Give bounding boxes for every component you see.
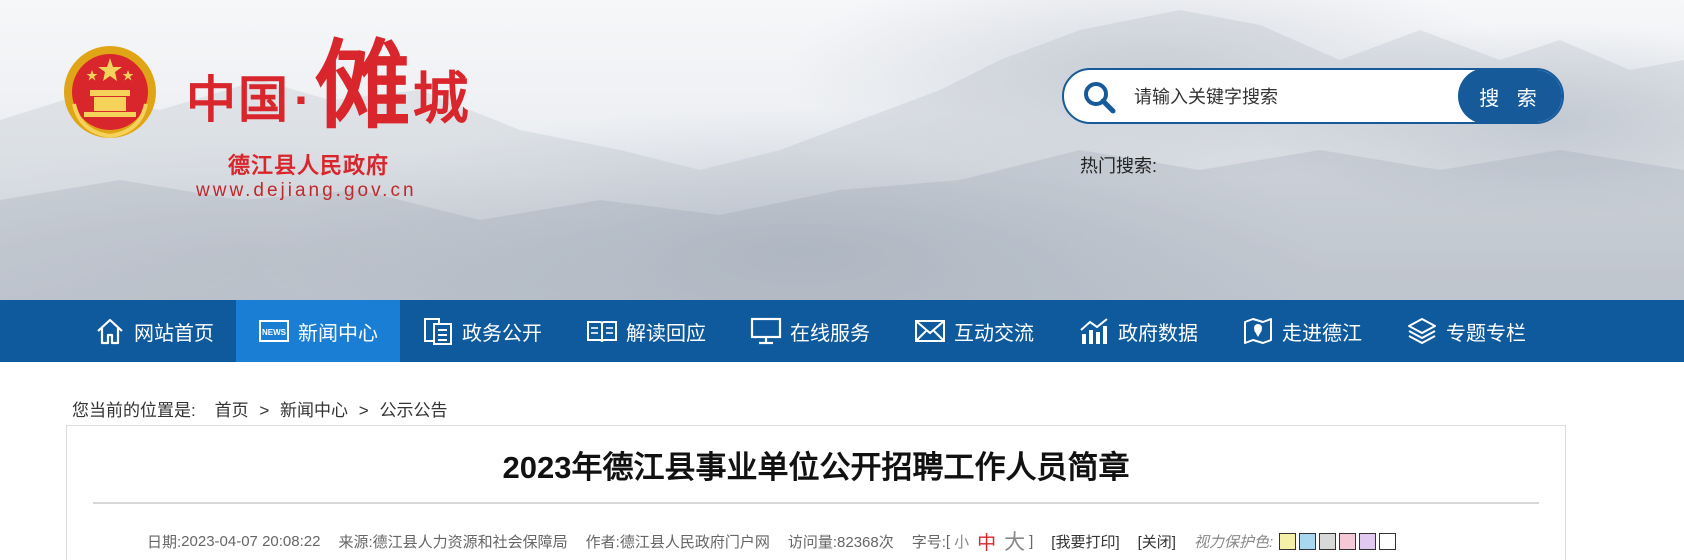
nav-item-label: 新闻中心: [298, 322, 378, 345]
nav-item-gov-data[interactable]: 政府数据: [1056, 300, 1220, 362]
national-emblem-icon: [64, 46, 156, 139]
eye-care-label: 视力保护色:: [1193, 533, 1274, 551]
home-icon: [97, 318, 123, 345]
hot-search-label: 热门搜索:: [1080, 156, 1158, 176]
nav-item-special-topics[interactable]: 专题专栏: [1384, 300, 1548, 362]
nav-item-about-dejiang[interactable]: 走进德江: [1220, 300, 1384, 362]
nav-item-gov-affairs[interactable]: 政务公开: [400, 300, 564, 362]
nav-item-label: 政府数据: [1118, 322, 1198, 345]
logo-text-cheng: 城: [412, 69, 469, 131]
svg-text:NEWS: NEWS: [262, 328, 287, 337]
font-size-label: 字号:: [911, 533, 946, 551]
eye-care-swatch-purple[interactable]: [1359, 532, 1377, 550]
logo-url: www.dejiang.gov.cn: [196, 180, 417, 201]
nav-item-label: 互动交流: [954, 322, 1034, 345]
nav-item-label: 政务公开: [462, 322, 542, 345]
nav-item-label: 专题专栏: [1446, 322, 1526, 345]
view-count: 82368次: [837, 533, 894, 551]
search-input[interactable]: [1134, 78, 1434, 116]
envelope-icon: [915, 320, 945, 342]
font-size-bracket-open: [: [945, 532, 951, 550]
nav-item-interpretation[interactable]: 解读回应: [564, 300, 728, 362]
nav-item-online-service[interactable]: 在线服务: [728, 300, 892, 362]
article-source: 德江县人力资源和社会保障局: [372, 533, 568, 551]
monitor-icon: [750, 317, 782, 345]
font-size-medium-button[interactable]: 中: [977, 528, 996, 555]
print-button[interactable]: [我要打印]: [1051, 531, 1119, 552]
layers-icon: [1408, 318, 1436, 344]
nav-item-label: 解读回应: [626, 322, 706, 345]
author-label: 作者:: [585, 533, 620, 551]
article-title: 2023年德江县事业单位公开招聘工作人员简章: [502, 450, 1130, 485]
nav-item-label: 在线服务: [790, 322, 870, 345]
eye-care-swatch-yellow[interactable]: [1279, 532, 1297, 550]
logo-subtitle: 德江县人民政府: [228, 153, 390, 178]
logo-dot: ·: [294, 72, 311, 128]
source-label: 来源:: [338, 533, 373, 551]
article-panel: 2023年德江县事业单位公开招聘工作人员简章 日期: 2023-04-07 20…: [66, 425, 1566, 560]
map-icon: [1244, 318, 1272, 344]
font-size-large-button[interactable]: 大: [1004, 526, 1025, 556]
nav-item-label: 走进德江: [1282, 322, 1362, 345]
eye-care-swatch-gray[interactable]: [1319, 532, 1337, 550]
close-button[interactable]: [关闭]: [1138, 531, 1176, 552]
breadcrumb-separator: >: [358, 401, 369, 420]
font-size-small-button[interactable]: 小: [954, 531, 969, 552]
logo-text-china: 中国: [186, 72, 290, 128]
search-button[interactable]: 搜 索: [1458, 70, 1562, 122]
font-size-bracket-close: ]: [1029, 532, 1034, 550]
views-label: 访问量:: [787, 533, 838, 551]
nav-item-home[interactable]: 网站首页: [72, 300, 236, 362]
breadcrumb-home-link[interactable]: 首页: [215, 401, 249, 420]
breadcrumb: 您当前的位置是: 首页 > 新闻中心 > 公示公告: [72, 396, 447, 421]
publish-date: 2023-04-07 20:08:22: [181, 532, 321, 550]
eye-care-swatch-white[interactable]: [1379, 532, 1397, 550]
search-icon: [1084, 82, 1116, 114]
site-header: 中国 · 傩 城 德江县人民政府 www.dejiang.gov.cn 搜 索 …: [0, 0, 1684, 300]
breadcrumb-prefix: 您当前的位置是:: [72, 401, 196, 420]
breadcrumb-separator: >: [259, 401, 270, 420]
article-meta: 日期: 2023-04-07 20:08:22 来源: 德江县人力资源和社会保障…: [147, 526, 1399, 556]
date-label: 日期:: [147, 533, 182, 551]
main-nav: 网站首页 NEWS 新闻中心 政务公开 解读回应 在线服务 互动交流 政府数据: [0, 300, 1684, 362]
eye-care-swatch-blue[interactable]: [1299, 532, 1317, 550]
chart-icon: [1080, 318, 1108, 344]
nav-item-interaction[interactable]: 互动交流: [892, 300, 1056, 362]
logo-text-nuo: 傩: [314, 33, 411, 140]
news-icon: NEWS: [259, 320, 289, 342]
breadcrumb-news-link[interactable]: 新闻中心: [280, 401, 348, 420]
book-icon: [587, 321, 617, 343]
breadcrumb-notice-link[interactable]: 公示公告: [379, 401, 447, 420]
article-author: 德江县人民政府门户网: [619, 533, 770, 551]
site-logo-title[interactable]: 中国 · 傩 城: [186, 39, 469, 135]
nav-item-news[interactable]: NEWS 新闻中心: [236, 300, 400, 362]
eye-care-swatch-pink[interactable]: [1339, 532, 1357, 550]
nav-item-label: 网站首页: [134, 322, 214, 345]
document-icon: [424, 318, 452, 345]
title-divider: [93, 502, 1539, 504]
search-box: 搜 索: [1062, 68, 1564, 124]
